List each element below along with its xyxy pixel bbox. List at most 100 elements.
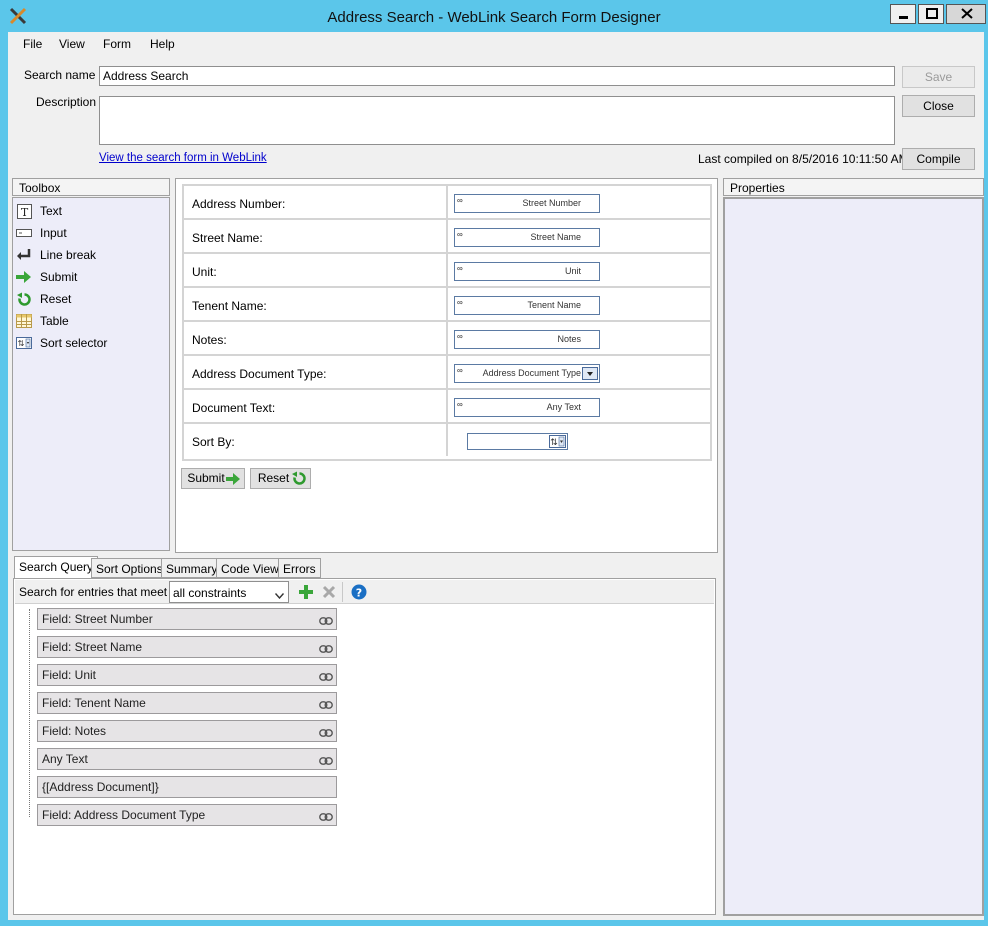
form-input-notes[interactable]: ∞ Notes — [454, 330, 600, 349]
toolbox-label: Table — [40, 314, 69, 328]
query-field-item[interactable]: Any Text — [37, 748, 337, 770]
svg-text:T: T — [20, 206, 28, 219]
query-field-label: Field: Address Document Type — [42, 808, 206, 822]
description-input[interactable] — [99, 96, 895, 145]
maximize-button[interactable] — [918, 4, 944, 24]
minimize-icon — [899, 16, 908, 19]
form-dropdown-address-document-type[interactable]: ∞ Address Document Type — [454, 364, 600, 383]
field-binding-icon: ∞ — [457, 366, 463, 375]
toolbox-label: Submit — [40, 270, 78, 284]
query-field-label: Field: Street Number — [42, 612, 153, 626]
svg-text:?: ? — [356, 587, 362, 600]
menu-help[interactable]: Help — [148, 37, 177, 51]
compile-button[interactable]: Compile — [902, 148, 975, 170]
query-field-item[interactable]: Field: Tenent Name — [37, 692, 337, 714]
chevron-down-icon — [274, 588, 285, 602]
minimize-button[interactable] — [890, 4, 916, 24]
last-compiled-text: Last compiled on 8/5/2016 10:11:50 AM — [698, 152, 909, 166]
field-binding-icon: ∞ — [457, 264, 463, 273]
link-icon — [319, 698, 333, 712]
form-row-label: Tenent Name: — [184, 288, 448, 320]
description-label: Description — [36, 95, 97, 109]
query-field-item[interactable]: Field: Street Name — [37, 636, 337, 658]
close-window-button[interactable] — [946, 4, 986, 24]
tab-summary[interactable]: Summary — [161, 558, 223, 578]
properties-panel[interactable] — [723, 197, 984, 916]
link-icon — [319, 642, 333, 656]
help-icon[interactable]: ? — [351, 584, 367, 600]
properties-header: Properties — [723, 178, 984, 196]
sort-selector-icon[interactable]: ⇅ — [549, 435, 566, 448]
text-icon: T — [16, 203, 32, 219]
form-input-field-name: Any Text — [546, 402, 581, 412]
form-reset-button[interactable]: Reset — [250, 468, 311, 489]
tab-search-query[interactable]: Search Query — [14, 556, 99, 579]
toolbox-item-line-break[interactable]: Line break — [16, 246, 96, 264]
remove-icon[interactable] — [322, 585, 336, 599]
form-input-field-name: Address Document Type — [482, 368, 581, 378]
tab-code-view[interactable]: Code View — [216, 558, 284, 578]
form-input-tenent-name[interactable]: ∞ Tenent Name — [454, 296, 600, 315]
toolbox-label: Line break — [40, 248, 97, 262]
sort-selector-icon: ⇅ — [16, 335, 32, 351]
toolbox-item-reset[interactable]: Reset — [16, 290, 71, 308]
table-icon — [16, 313, 32, 329]
toolbox-item-submit[interactable]: Submit — [16, 268, 77, 286]
svg-text:⇅: ⇅ — [550, 437, 558, 447]
form-row[interactable]: Sort By: ⇅ — [184, 424, 710, 458]
query-field-label: Field: Notes — [42, 724, 107, 738]
toolbar-separator — [342, 582, 343, 602]
form-row-label: Address Document Type: — [184, 356, 448, 388]
submit-arrow-icon — [226, 472, 241, 491]
tab-sort-options[interactable]: Sort Options — [91, 558, 168, 578]
toolbox-item-table[interactable]: Table — [16, 312, 69, 330]
query-field-item[interactable]: Field: Unit — [37, 664, 337, 686]
toolbox-item-input[interactable]: Input — [16, 224, 67, 242]
toolbox-label: Reset — [40, 292, 72, 306]
form-input-street-number[interactable]: ∞ Street Number — [454, 194, 600, 213]
view-in-weblink-link[interactable]: View the search form in WebLink — [99, 152, 267, 164]
form-layout-table[interactable]: Address Number: ∞ Street Number Street N… — [182, 184, 712, 461]
form-row[interactable]: Street Name: ∞ Street Name — [184, 220, 710, 254]
form-input-field-name: Tenent Name — [527, 300, 581, 310]
form-submit-button[interactable]: Submit — [181, 468, 245, 489]
query-field-label: Field: Street Name — [42, 640, 143, 654]
form-row[interactable]: Unit: ∞ Unit — [184, 254, 710, 288]
match-label: Search for entries that meet — [19, 585, 168, 599]
tab-errors[interactable]: Errors — [278, 558, 321, 578]
add-icon[interactable] — [298, 584, 314, 600]
form-input-field-name: Street Number — [522, 198, 581, 208]
field-binding-icon: ∞ — [457, 298, 463, 307]
save-button[interactable]: Save — [902, 66, 975, 88]
toolbox-header: Toolbox — [12, 178, 170, 196]
form-input-unit[interactable]: ∞ Unit — [454, 262, 600, 281]
menu-view[interactable]: View — [57, 37, 87, 51]
form-row[interactable]: Tenent Name: ∞ Tenent Name — [184, 288, 710, 322]
query-field-item[interactable]: {[Address Document]} — [37, 776, 337, 798]
query-field-item[interactable]: Field: Address Document Type — [37, 804, 337, 826]
search-name-input[interactable]: Address Search — [99, 66, 895, 86]
form-input-street-name[interactable]: ∞ Street Name — [454, 228, 600, 247]
match-dropdown[interactable]: all constraints — [169, 581, 289, 603]
link-icon — [319, 726, 333, 740]
form-row[interactable]: Address Number: ∞ Street Number — [184, 186, 710, 220]
form-row[interactable]: Notes: ∞ Notes — [184, 322, 710, 356]
form-sort-selector[interactable]: ⇅ — [467, 433, 568, 450]
query-field-item[interactable]: Field: Street Number — [37, 608, 337, 630]
form-input-field-name: Notes — [557, 334, 581, 344]
chevron-down-icon[interactable] — [582, 367, 598, 380]
field-binding-icon: ∞ — [457, 400, 463, 409]
form-row[interactable]: Document Text: ∞ Any Text — [184, 390, 710, 424]
form-input-any-text[interactable]: ∞ Any Text — [454, 398, 600, 417]
field-binding-icon: ∞ — [457, 332, 463, 341]
close-icon — [961, 8, 973, 19]
menu-form[interactable]: Form — [101, 37, 133, 51]
menu-file[interactable]: File — [21, 37, 44, 51]
close-button[interactable]: Close — [902, 95, 975, 117]
toolbox-item-sort-selector[interactable]: ⇅ Sort selector — [16, 334, 107, 352]
toolbox-item-text[interactable]: T Text — [16, 202, 62, 220]
form-input-field-name: Street Name — [530, 232, 581, 242]
query-field-label: Field: Tenent Name — [42, 696, 146, 710]
query-field-item[interactable]: Field: Notes — [37, 720, 337, 742]
form-row[interactable]: Address Document Type: ∞ Address Documen… — [184, 356, 710, 390]
